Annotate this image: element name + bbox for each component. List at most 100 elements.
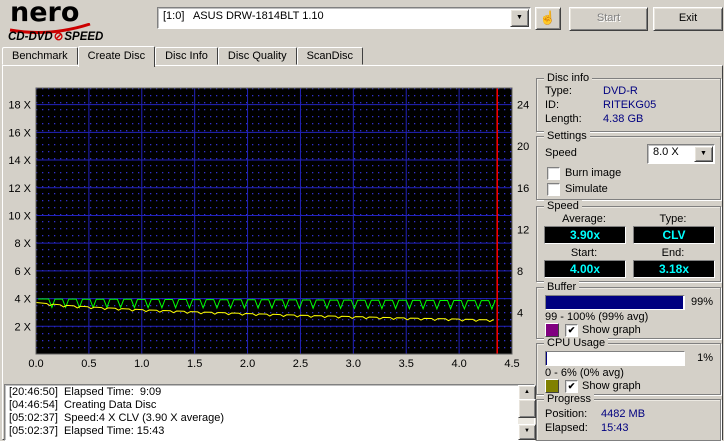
exit-button[interactable]: Exit — [653, 7, 723, 31]
tab-scandisc[interactable]: ScanDisc — [296, 47, 364, 65]
cpu-show-graph-checkbox[interactable]: ✔ — [565, 380, 578, 393]
drive-select-arrow-button[interactable]: ▼ — [510, 9, 529, 27]
simulate-label: Simulate — [565, 183, 608, 195]
tab-create-disc[interactable]: Create Disc — [77, 46, 156, 67]
svg-text:1.5: 1.5 — [187, 358, 202, 370]
disc-length-value: 4.38 GB — [603, 113, 644, 125]
svg-text:16 X: 16 X — [8, 127, 31, 139]
nero-cd-dvd-speed-window: nero CD-DVD⊘SPEED [1:0] ASUS DRW-1814BLT… — [0, 0, 724, 441]
svg-text:12 X: 12 X — [8, 183, 31, 195]
tab-disc-quality[interactable]: Disc Quality — [217, 47, 297, 65]
log-line: [05:02:37] Speed:4 X CLV (3.90 X average… — [9, 412, 225, 424]
buffer-level-fill — [546, 296, 683, 309]
svg-text:4.5: 4.5 — [504, 358, 519, 370]
speed-select[interactable]: 8.0 X ▼ — [647, 144, 715, 164]
log-scrollbar[interactable]: ▲ ▼ — [518, 385, 536, 440]
position-value: 4482 MB — [601, 408, 646, 420]
buffer-show-graph-checkbox[interactable]: ✔ — [565, 324, 578, 337]
tab-bar: Benchmark Create Disc Disc Info Disc Qua… — [2, 44, 364, 67]
start-label: Start: — [570, 247, 598, 259]
end-label: End: — [661, 247, 685, 259]
arrow-down-icon: ▼ — [524, 428, 530, 434]
start-button[interactable]: Start — [569, 7, 648, 31]
svg-text:3.0: 3.0 — [346, 358, 361, 370]
log-line: [05:02:37] Elapsed Time: 15:43 — [9, 425, 165, 437]
svg-text:2.0: 2.0 — [240, 358, 255, 370]
settings-group: Settings Speed 8.0 X ▼ Burn image Simula… — [536, 130, 721, 200]
svg-text:4: 4 — [517, 307, 523, 319]
cpu-range-text: 0 - 6% (0% avg) — [545, 367, 624, 379]
elapsed-value: 15:43 — [601, 422, 629, 434]
type-label: Type: — [659, 213, 687, 225]
disc-info-group: Disc info Type: DVD-R ID: RITEKG05 Lengt… — [536, 72, 721, 132]
speed-type-display: CLV — [633, 226, 715, 244]
end-speed-display: 3.18x — [633, 260, 715, 278]
hand-icon: ☝ — [539, 10, 557, 25]
buffer-title: Buffer — [544, 281, 580, 293]
svg-text:20: 20 — [517, 141, 529, 153]
logo-subtitle-right: SPEED — [64, 31, 104, 43]
svg-text:4.0: 4.0 — [451, 358, 466, 370]
tab-disc-info[interactable]: Disc Info — [155, 47, 218, 65]
logo-subtitle-left: CD-DVD — [8, 31, 53, 43]
svg-text:0.0: 0.0 — [28, 358, 43, 370]
disc-type-label: Type: — [545, 85, 572, 97]
svg-text:12: 12 — [517, 224, 529, 236]
drive-select[interactable]: [1:0] ASUS DRW-1814BLT 1.10 ▼ — [157, 7, 531, 29]
buffer-range-text: 99 - 100% (99% avg) — [545, 311, 649, 323]
buffer-percent: 99% — [690, 296, 713, 308]
write-speed-chart: 18 X 16 X 14 X 12 X 10 X 8 X 6 X 4 X 2 X 24 20 16 12… — [8, 87, 529, 370]
cpu-usage-group: CPU Usage 1% 0 - 6% (0% avg) ✔ Show grap… — [536, 337, 721, 395]
scroll-down-button[interactable]: ▼ — [518, 424, 536, 440]
disc-info-title: Disc info — [544, 72, 593, 84]
disc-type-value: DVD-R — [603, 85, 638, 97]
speed-select-value: 8.0 X — [653, 146, 679, 158]
position-label: Position: — [545, 408, 588, 420]
settings-title: Settings — [544, 130, 590, 142]
svg-text:2 X: 2 X — [14, 321, 31, 333]
buffer-graph-color-swatch — [545, 323, 559, 337]
svg-text:24: 24 — [517, 100, 529, 112]
nero-logo: nero CD-DVD⊘SPEED — [8, 0, 153, 43]
log-lines: [20:46:50] Elapsed Time: 9:09 [04:46:54]… — [5, 386, 517, 438]
speed-title: Speed — [544, 200, 582, 212]
log-line: [04:46:54] Creating Data Disc — [9, 399, 157, 411]
disc-length-label: Length: — [545, 113, 582, 125]
arrow-up-icon: ▲ — [524, 389, 530, 395]
svg-text:10 X: 10 X — [8, 210, 31, 222]
svg-text:8: 8 — [517, 266, 523, 278]
log-line: [20:46:50] Elapsed Time: 9:09 — [9, 386, 162, 398]
scroll-thumb[interactable] — [518, 399, 536, 418]
progress-group: Progress Position: 4482 MB Elapsed: 15:4… — [536, 393, 721, 441]
simulate-checkbox[interactable] — [547, 183, 560, 196]
burn-image-checkbox[interactable] — [547, 167, 560, 180]
cpu-usage-fill — [546, 352, 548, 365]
cpu-percent: 1% — [697, 352, 713, 364]
speed-group: Speed Average: Type: 3.90x CLV Start: En… — [536, 200, 721, 282]
svg-text:1.0: 1.0 — [134, 358, 149, 370]
disc-id-label: ID: — [545, 99, 560, 111]
average-label: Average: — [562, 213, 606, 225]
svg-text:3.5: 3.5 — [399, 358, 414, 370]
pointer-tool-button[interactable]: ☝ — [535, 7, 561, 30]
slashed-disc-icon: ⊘ — [53, 31, 64, 43]
speed-setting-label: Speed — [545, 147, 577, 159]
buffer-show-graph-label: Show graph — [582, 324, 641, 336]
progress-title: Progress — [544, 393, 595, 405]
svg-text:18 X: 18 X — [8, 100, 31, 112]
svg-text:8 X: 8 X — [14, 238, 31, 250]
buffer-level-bar — [545, 295, 685, 310]
cpu-usage-title: CPU Usage — [544, 337, 609, 349]
buffer-group: Buffer 99% 99 - 100% (99% avg) ✔ Show gr… — [536, 281, 721, 339]
log-panel: [20:46:50] Elapsed Time: 9:09 [04:46:54]… — [4, 384, 536, 441]
tab-benchmark[interactable]: Benchmark — [2, 47, 78, 65]
svg-text:6 X: 6 X — [14, 266, 31, 278]
svg-text:16: 16 — [517, 183, 529, 195]
svg-text:0.5: 0.5 — [81, 358, 96, 370]
disc-id-value: RITEKG05 — [603, 99, 657, 111]
average-speed-display: 3.90x — [544, 226, 626, 244]
chevron-down-icon: ▼ — [700, 150, 707, 157]
svg-text:14 X: 14 X — [8, 155, 31, 167]
speed-select-arrow-button[interactable]: ▼ — [694, 146, 713, 162]
cpu-usage-bar — [545, 351, 685, 366]
